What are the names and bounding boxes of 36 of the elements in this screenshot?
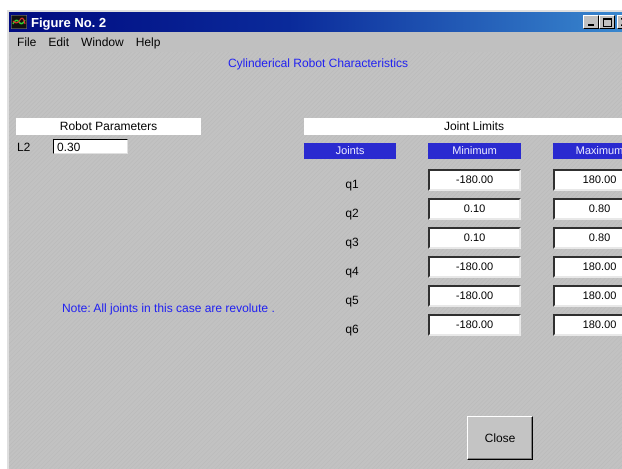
- input-field[interactable]: 180.00: [553, 285, 622, 307]
- input-field[interactable]: 0.80: [553, 227, 622, 249]
- menu-item[interactable]: Window: [81, 35, 124, 50]
- menu-item[interactable]: Edit: [48, 35, 70, 50]
- minimize-button[interactable]: [583, 15, 599, 29]
- joint-label: q6: [344, 321, 360, 336]
- plot-icon: [11, 15, 27, 29]
- maximize-button[interactable]: [599, 15, 615, 29]
- joint-label: q5: [344, 292, 360, 307]
- menu-item[interactable]: File: [17, 35, 36, 50]
- input-field[interactable]: 0.80: [553, 198, 622, 220]
- joint-label: q3: [344, 234, 360, 249]
- input-field[interactable]: -180.00: [428, 314, 521, 336]
- parameter-label: L2: [16, 140, 32, 154]
- note-text: Note: All joints in this case are revolute .: [62, 301, 276, 315]
- input-field[interactable]: 0.30: [53, 139, 128, 154]
- input-field[interactable]: 180.00: [553, 314, 622, 336]
- input-field[interactable]: -180.00: [428, 169, 521, 191]
- menu-item[interactable]: Help: [136, 35, 160, 50]
- joint-label: q2: [344, 205, 360, 220]
- input-field[interactable]: 180.00: [553, 169, 622, 191]
- section-header: Joint Limits: [304, 118, 622, 135]
- joint-label: q4: [344, 263, 360, 278]
- input-field[interactable]: -180.00: [428, 256, 521, 278]
- input-field[interactable]: 180.00: [553, 256, 622, 278]
- column-header: Joints: [304, 143, 396, 159]
- column-header: Minimum: [428, 143, 521, 159]
- input-field[interactable]: 0.10: [428, 198, 521, 220]
- input-field[interactable]: -180.00: [428, 285, 521, 307]
- window-title: Figure No. 2: [31, 14, 106, 30]
- section-header: Robot Parameters: [16, 118, 201, 135]
- maximize-icon: [602, 18, 612, 26]
- close-button[interactable]: Close: [467, 416, 533, 460]
- joint-label: q1: [344, 176, 360, 191]
- figure-heading: Cylinderical Robot Characteristics: [226, 55, 410, 70]
- input-field[interactable]: 0.10: [428, 227, 521, 249]
